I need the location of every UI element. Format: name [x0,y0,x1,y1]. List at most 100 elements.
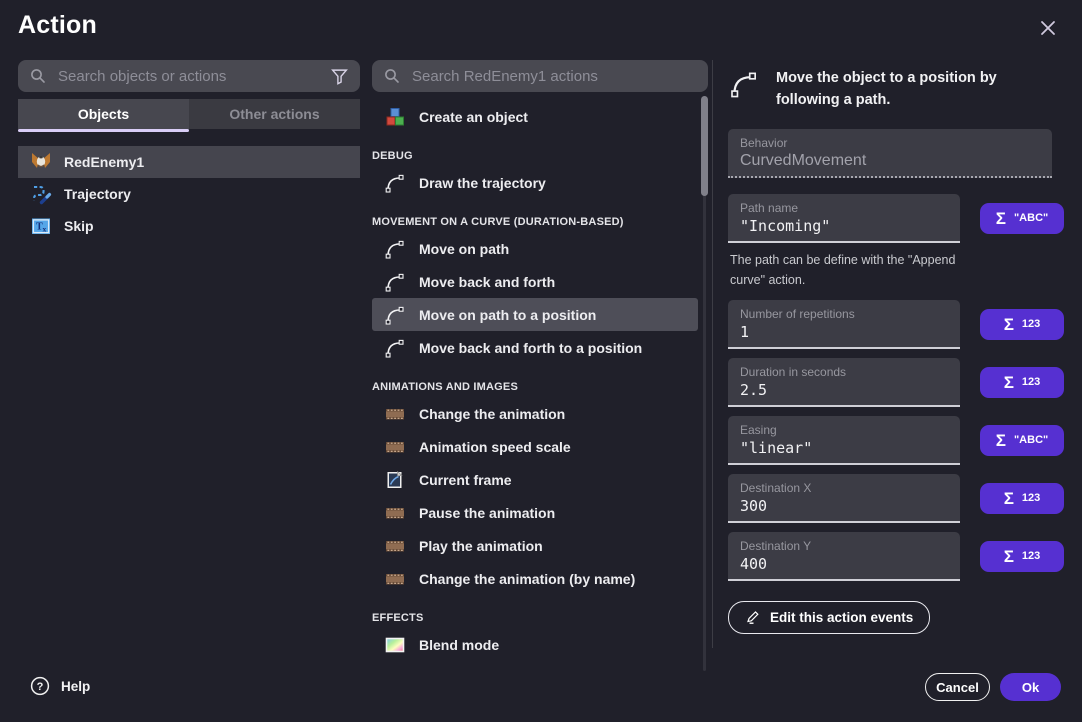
field-number-of-repetitions[interactable]: Number of repetitions1 [728,300,960,349]
action-label: Change the animation (by name) [419,571,635,587]
field-path-name[interactable]: Path name"Incoming" [728,194,960,243]
field-row: Number of repetitions1 Σ123 [728,300,1064,349]
actions-search-input[interactable] [410,67,696,86]
sigma-icon: Σ [996,432,1006,449]
field-value: 400 [740,555,948,573]
curve-icon [728,68,760,100]
curve-icon [384,172,406,194]
action-item-create-an-object[interactable]: Create an object [372,100,698,133]
action-item-move-back-and-forth-to-a-position[interactable]: Move back and forth to a position [372,331,698,364]
field-duration-in-seconds[interactable]: Duration in seconds2.5 [728,358,960,407]
object-label: Skip [64,218,94,234]
tab-other-actions[interactable]: Other actions [189,99,360,129]
field-behavior: BehaviorCurvedMovement [728,129,1052,178]
expression-type-label: 123 [1022,492,1040,504]
search-icon [30,68,46,84]
object-item-skip[interactable]: Tx Skip [18,210,360,242]
field-row: BehaviorCurvedMovement [728,129,1064,178]
curve-icon [384,337,406,359]
actions-list: Create an objectDEBUGDraw the trajectory… [372,100,698,661]
objects-tabs: ObjectsOther actions [18,99,360,129]
enemy-sprite-icon [30,151,52,173]
field-row: Duration in seconds2.5 Σ123 [728,358,1064,407]
action-item-animation-speed-scale[interactable]: Animation speed scale [372,430,698,463]
action-section-header: EFFECTS [372,595,698,628]
action-item-draw-the-trajectory[interactable]: Draw the trajectory [372,166,698,199]
action-label: Change the animation [419,406,565,422]
field-label: Easing [740,423,948,437]
cubes-icon [384,106,406,128]
curve-icon [384,271,406,293]
field-label: Number of repetitions [740,307,948,321]
help-label: Help [61,679,90,694]
sigma-icon: Σ [996,210,1006,227]
curve-icon [384,304,406,326]
expression-type-label: "ABC" [1014,212,1048,224]
expression-type-label: 123 [1022,318,1040,330]
edit-action-events-button[interactable]: Edit this action events [728,601,930,634]
action-dialog: Action ObjectsOther actions RedEnemy1 Tra… [0,0,1082,722]
actions-panel: Create an objectDEBUGDraw the trajectory… [372,60,713,648]
action-label: Play the animation [419,538,543,554]
field-label: Path name [740,201,948,215]
expression-editor-button[interactable]: Σ 123 [980,483,1064,514]
field-value: "linear" [740,439,948,457]
expression-editor-button[interactable]: Σ"ABC" [980,425,1064,456]
objects-list: RedEnemy1 Trajectory Tx Skip [18,146,360,242]
object-label: RedEnemy1 [64,154,144,170]
action-item-move-on-path[interactable]: Move on path [372,232,698,265]
action-label: Move back and forth to a position [419,340,642,356]
action-item-move-back-and-forth[interactable]: Move back and forth [372,265,698,298]
action-item-change-the-animation-by-name-[interactable]: Change the animation (by name) [372,562,698,595]
cancel-button[interactable]: Cancel [925,673,990,701]
action-label: Create an object [419,109,528,125]
actions-search[interactable] [372,60,708,92]
action-item-move-on-path-to-a-position[interactable]: Move on path to a position [372,298,698,331]
dialog-title: Action [18,11,97,40]
action-label: Blend mode [419,637,499,653]
text-object-icon: Tx [30,215,52,237]
action-section-header: MOVEMENT ON A CURVE (DURATION-BASED) [372,199,698,232]
svg-text:?: ? [37,681,44,693]
action-item-play-the-animation[interactable]: Play the animation [372,529,698,562]
actions-scrollbar-thumb[interactable] [701,96,708,196]
expression-editor-button[interactable]: Σ123 [980,309,1064,340]
action-item-change-the-animation[interactable]: Change the animation [372,397,698,430]
expression-editor-button[interactable]: Σ "ABC" [980,203,1064,234]
ok-button[interactable]: Ok [1000,673,1061,701]
field-row: Destination Y 400 Σ123 [728,532,1064,581]
field-helper-text: The path can be define with the "Append … [730,250,970,290]
sigma-icon: Σ [1004,490,1014,507]
action-item-blend-mode[interactable]: Blend mode [372,628,698,661]
svg-text:x: x [43,225,47,234]
film-icon [384,436,406,458]
close-icon[interactable] [1036,16,1060,40]
frame-icon [384,469,406,491]
field-label: Behavior [740,136,1040,150]
field-value: 2.5 [740,381,948,399]
action-config-panel: Move the object to a position by followi… [728,68,1064,634]
filter-icon[interactable] [330,67,348,85]
action-section-header: ANIMATIONS AND IMAGES [372,364,698,397]
object-label: Trajectory [64,186,131,202]
film-icon [384,502,406,524]
field-destination-x[interactable]: Destination X 300 [728,474,960,523]
field-destination-y[interactable]: Destination Y 400 [728,532,960,581]
action-label: Move back and forth [419,274,555,290]
object-item-redenemy1[interactable]: RedEnemy1 [18,146,360,178]
action-item-pause-the-animation[interactable]: Pause the animation [372,496,698,529]
action-label: Animation speed scale [419,439,571,455]
objects-search[interactable] [18,60,360,92]
expression-editor-button[interactable]: Σ123 [980,541,1064,572]
field-easing[interactable]: Easing "linear" [728,416,960,465]
field-label: Destination Y [740,539,948,553]
objects-search-input[interactable] [56,67,330,86]
field-label: Destination X [740,481,948,495]
action-item-current-frame[interactable]: Current frame [372,463,698,496]
tab-objects[interactable]: Objects [18,99,189,129]
help-button[interactable]: ? Help [30,676,90,696]
field-value: 300 [740,497,948,515]
action-label: Move on path to a position [419,307,596,323]
expression-editor-button[interactable]: Σ123 [980,367,1064,398]
object-item-trajectory[interactable]: Trajectory [18,178,360,210]
